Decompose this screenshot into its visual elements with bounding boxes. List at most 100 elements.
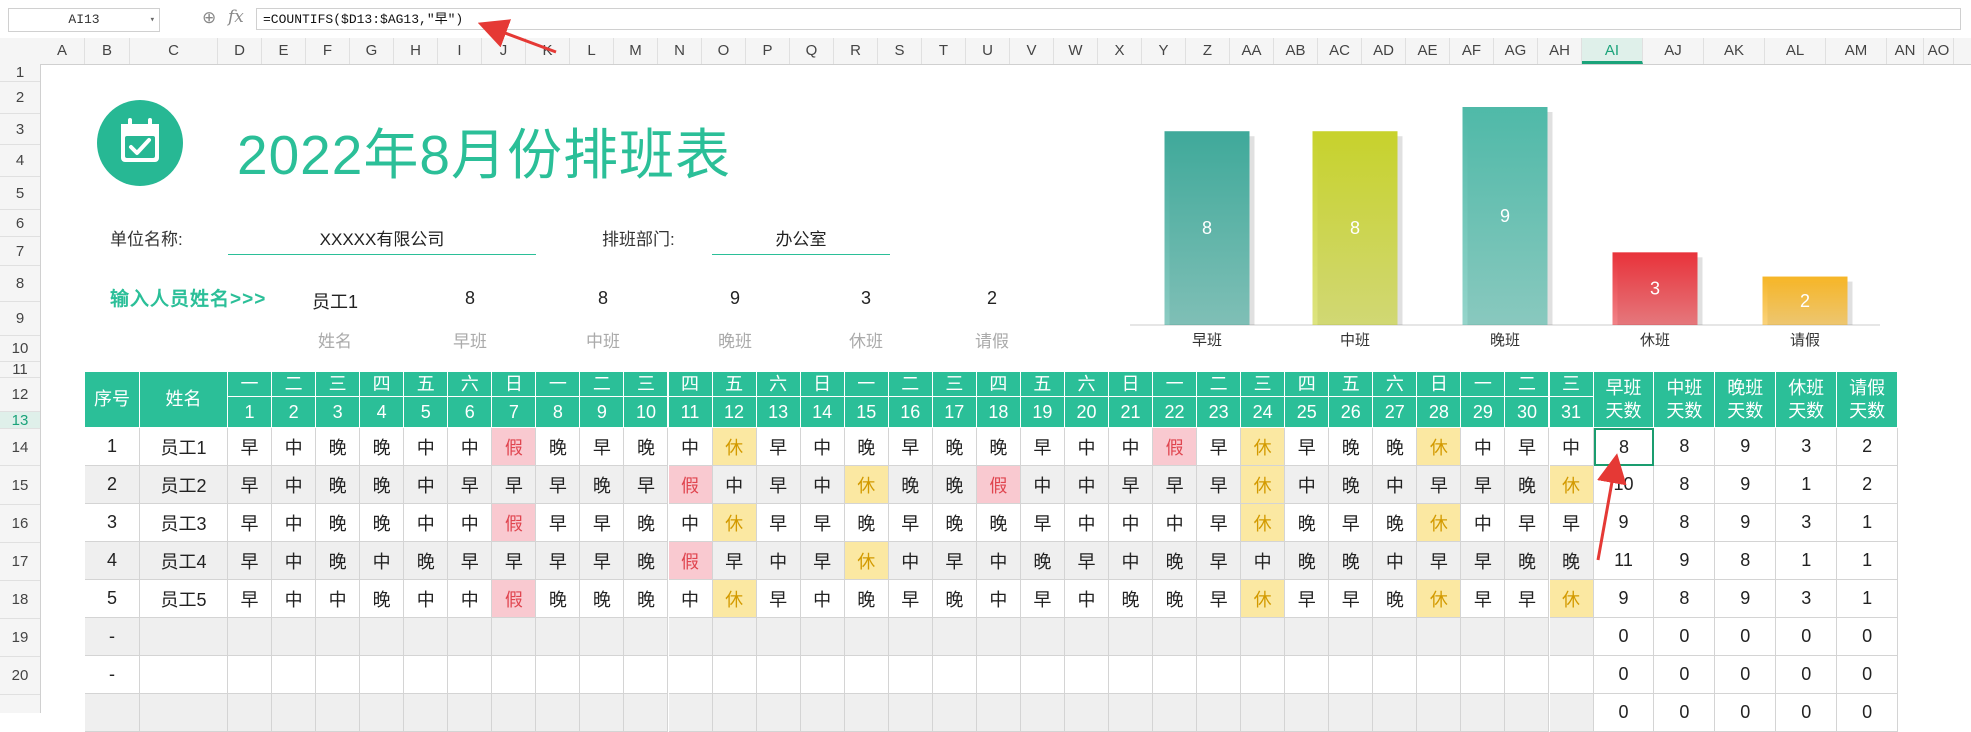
formula-input[interactable]: =COUNTIFS($D13:$AG13,"早") [256,8,1961,30]
shift-cell[interactable] [536,694,581,732]
shift-cell[interactable]: 早 [1329,580,1374,618]
shift-cell[interactable] [492,656,537,694]
total-cell[interactable]: 8 [1715,542,1777,580]
shift-cell[interactable]: 早 [228,542,273,580]
shift-cell[interactable]: 中 [272,542,317,580]
column-header-aj[interactable]: AJ [1643,38,1704,64]
row-header-14[interactable]: 14 [0,429,40,466]
shift-cell[interactable]: 早 [800,542,845,580]
total-cell[interactable]: 1 [1837,580,1899,618]
shift-cell[interactable] [756,618,801,656]
row-header-19[interactable]: 19 [0,619,40,657]
shift-cell[interactable] [228,694,273,732]
shift-cell[interactable]: 晚 [316,428,361,466]
shift-cell[interactable] [668,618,713,656]
shift-cell[interactable]: 中 [1109,504,1154,542]
shift-cell[interactable]: 早 [1417,466,1462,504]
shift-cell[interactable] [1329,656,1374,694]
shift-cell[interactable] [1109,694,1154,732]
shift-cell[interactable]: 晚 [1329,542,1374,580]
column-header-m[interactable]: M [614,38,658,64]
shift-cell[interactable]: 早 [492,542,537,580]
total-cell[interactable]: 8 [1654,428,1716,466]
shift-cell[interactable]: 休 [712,428,757,466]
row-header-10[interactable]: 10 [0,336,40,362]
shift-cell[interactable]: 晚 [1373,504,1418,542]
shift-cell[interactable]: 中 [316,580,361,618]
shift-cell[interactable]: 早 [888,504,933,542]
column-header-d[interactable]: D [218,38,262,64]
shift-cell[interactable]: 早 [448,466,493,504]
shift-cell[interactable]: 早 [1020,504,1065,542]
shift-cell[interactable]: 早 [228,580,273,618]
shift-cell[interactable] [888,656,933,694]
shift-cell[interactable] [976,618,1021,656]
row-name[interactable]: 员工5 [140,580,228,618]
row-header-20[interactable]: 20 [0,657,40,695]
total-cell[interactable]: 0 [1776,656,1838,694]
shift-cell[interactable]: 假 [668,466,713,504]
shift-cell[interactable] [1197,694,1242,732]
shift-cell[interactable] [492,618,537,656]
total-cell[interactable]: 0 [1654,656,1716,694]
shift-cell[interactable]: 休 [1417,504,1462,542]
shift-cell[interactable] [844,694,889,732]
column-header-w[interactable]: W [1054,38,1098,64]
total-cell[interactable]: 0 [1715,618,1777,656]
row-header-5[interactable]: 5 [0,177,40,210]
shift-cell[interactable] [1064,694,1109,732]
shift-cell[interactable]: 早 [1197,504,1242,542]
shift-cell[interactable]: 早 [756,466,801,504]
shift-cell[interactable]: 早 [580,428,625,466]
shift-cell[interactable]: 中 [1020,466,1065,504]
column-header-g[interactable]: G [350,38,394,64]
column-header-h[interactable]: H [394,38,438,64]
column-header-f[interactable]: F [306,38,350,64]
shift-cell[interactable] [1417,618,1462,656]
shift-cell[interactable]: 早 [756,504,801,542]
shift-cell[interactable]: 晚 [624,428,669,466]
shift-cell[interactable] [932,694,977,732]
name-box[interactable]: AI13 ▾ [8,8,160,32]
shift-cell[interactable]: 中 [976,542,1021,580]
total-cell[interactable]: 1 [1776,542,1838,580]
shift-cell[interactable] [360,618,405,656]
shift-cell[interactable] [844,618,889,656]
shift-cell[interactable] [1153,618,1198,656]
shift-cell[interactable] [976,694,1021,732]
shift-cell[interactable] [1197,656,1242,694]
shift-cell[interactable] [1241,694,1286,732]
shift-cell[interactable]: 中 [1549,428,1594,466]
shift-cell[interactable]: 早 [800,504,845,542]
shift-cell[interactable] [1417,694,1462,732]
shift-cell[interactable]: 晚 [932,580,977,618]
row-header-8[interactable]: 8 [0,266,40,302]
shift-cell[interactable]: 早 [1505,428,1550,466]
shift-cell[interactable]: 晚 [360,504,405,542]
shift-cell[interactable]: 中 [404,466,449,504]
column-header-b[interactable]: B [85,38,130,64]
shift-cell[interactable]: 中 [756,542,801,580]
column-header-q[interactable]: Q [790,38,834,64]
shift-cell[interactable] [888,694,933,732]
column-header-ad[interactable]: AD [1362,38,1406,64]
column-header-z[interactable]: Z [1186,38,1230,64]
total-cell[interactable]: 8 [1654,466,1716,504]
row-name[interactable] [140,618,228,656]
shift-cell[interactable]: 中 [668,504,713,542]
row-name[interactable]: 员工4 [140,542,228,580]
shift-cell[interactable] [1241,618,1286,656]
shift-cell[interactable]: 晚 [1153,580,1198,618]
shift-cell[interactable]: 晚 [580,466,625,504]
shift-cell[interactable]: 休 [1417,580,1462,618]
shift-cell[interactable]: 早 [1505,580,1550,618]
shift-cell[interactable] [360,656,405,694]
shift-cell[interactable] [272,694,317,732]
shift-cell[interactable] [1285,618,1330,656]
total-cell[interactable]: 9 [1593,504,1655,542]
shift-cell[interactable]: 早 [1197,542,1242,580]
shift-cell[interactable] [580,656,625,694]
column-header-af[interactable]: AF [1450,38,1494,64]
shift-cell[interactable]: 早 [1461,580,1506,618]
shift-cell[interactable]: 中 [1241,542,1286,580]
